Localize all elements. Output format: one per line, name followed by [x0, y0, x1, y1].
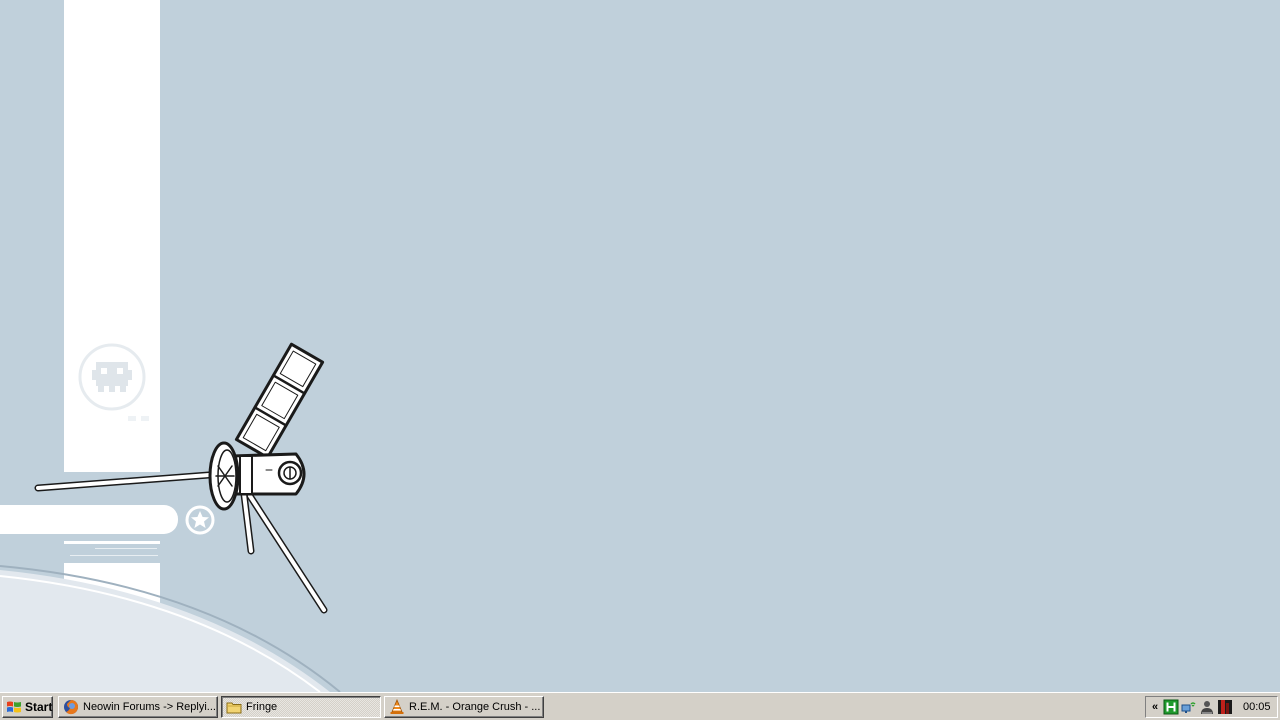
windows-logo-icon	[7, 701, 21, 713]
desktop	[0, 0, 1280, 692]
taskbar: Start Neowin Forums -> Replyi... Fringe …	[0, 692, 1280, 720]
tray-expand-chevron-icon[interactable]: «	[1149, 701, 1161, 713]
start-button[interactable]: Start	[2, 696, 53, 718]
user-icon[interactable]	[1199, 699, 1215, 715]
taskbar-button-neowin-forums[interactable]: Neowin Forums -> Replyi...	[58, 696, 218, 718]
taskbar-button-label: Neowin Forums -> Replyi...	[83, 701, 216, 713]
vlc-cone-icon	[390, 699, 404, 714]
wallpaper-satellite	[0, 0, 341, 692]
firefox-icon	[64, 700, 79, 715]
system-tray: « 00:05	[1145, 696, 1278, 718]
taskbar-button-label: Fringe	[246, 701, 278, 713]
wallpaper-column-top	[64, 0, 160, 472]
taskbar-button-rem-orange-crush[interactable]: R.E.M. - Orange Crush - ...	[384, 696, 544, 718]
taskbar-button-fringe[interactable]: Fringe	[221, 696, 381, 718]
red-black-icon[interactable]	[1217, 699, 1233, 715]
wallpaper-bar	[0, 505, 178, 534]
taskbar-button-label: R.E.M. - Orange Crush - ...	[409, 701, 541, 713]
network-icon[interactable]	[1181, 699, 1197, 715]
folder-icon	[226, 702, 242, 714]
tray-clock[interactable]: 00:05	[1243, 701, 1271, 713]
start-label: Start	[25, 700, 53, 714]
green-h-icon[interactable]	[1163, 699, 1179, 715]
